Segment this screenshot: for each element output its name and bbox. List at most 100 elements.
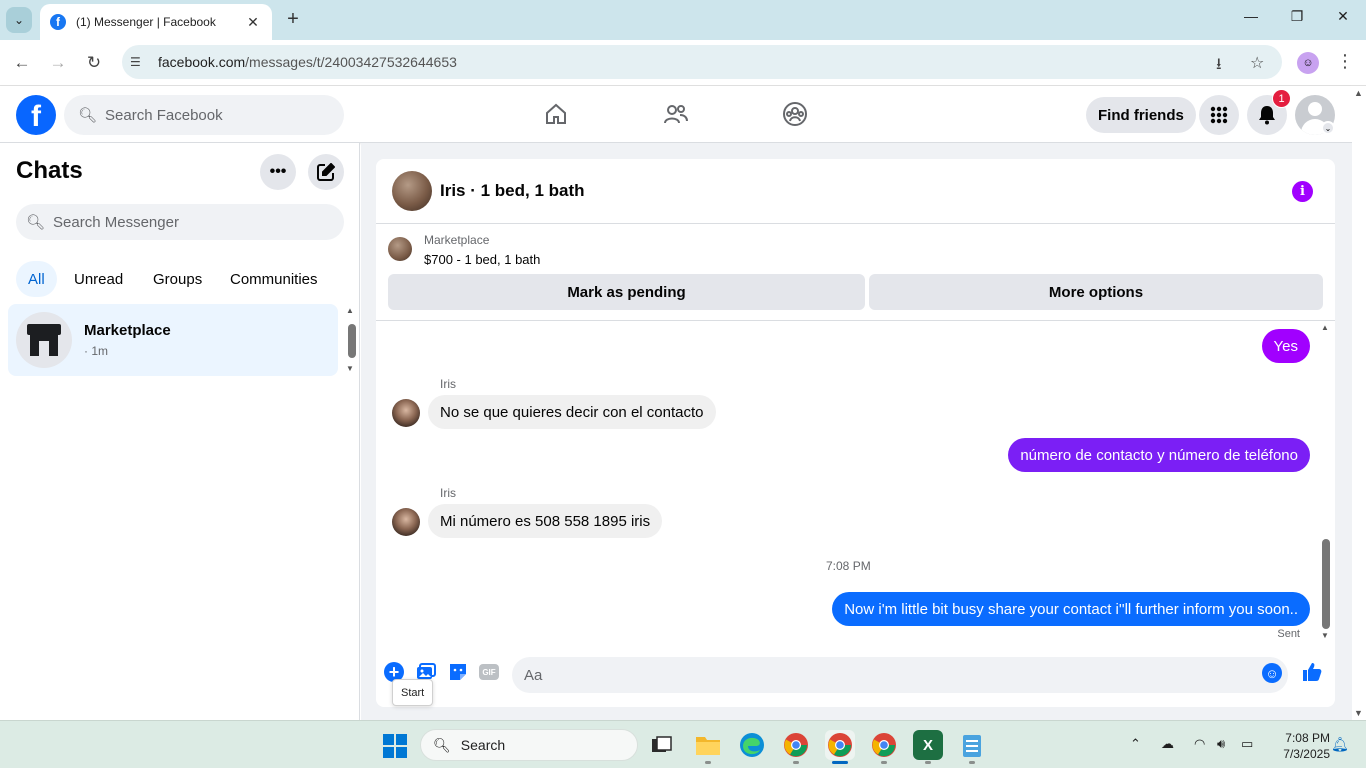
mark-as-pending-button[interactable]: Mark as pending xyxy=(388,274,865,310)
windows-taskbar: 🔍︎ Search X ⌃ ☁ ◠ 🔊︎ ▭ 7:08 PM 7/3/2025 … xyxy=(0,720,1366,768)
new-tab-icon[interactable]: + xyxy=(282,8,304,30)
show-hidden-icons-chevron-icon[interactable]: ⌃ xyxy=(1130,736,1141,752)
minimize-icon[interactable]: — xyxy=(1236,8,1266,24)
browser-tabstrip: ⌄ f (1) Messenger | Facebook ✕ + — ❐ ✕ xyxy=(0,0,1366,40)
message-bubble-incoming[interactable]: Mi número es 508 558 1895 iris xyxy=(428,504,663,538)
messenger-search-input[interactable] xyxy=(53,213,324,231)
battery-icon[interactable]: ▭ xyxy=(1241,736,1253,752)
conversation-panel: Iris · 1 bed, 1 bath i Marketplace $700 … xyxy=(376,159,1335,707)
restore-icon[interactable]: ❐ xyxy=(1282,8,1312,25)
wifi-icon[interactable]: ◠ xyxy=(1194,736,1205,752)
file-explorer-icon[interactable] xyxy=(693,730,723,760)
edge-icon[interactable] xyxy=(737,730,767,760)
facebook-favicon-icon: f xyxy=(50,14,66,30)
filter-tab-unread[interactable]: Unread xyxy=(62,261,135,297)
chrome-profile-1-icon[interactable] xyxy=(781,730,811,760)
bookmark-star-icon[interactable]: ☆ xyxy=(1250,53,1264,73)
app-running-indicator xyxy=(705,761,711,764)
app-running-indicator xyxy=(925,761,931,764)
reload-icon[interactable]: ↻ xyxy=(83,52,105,74)
scroll-down-arrow-icon[interactable]: ▼ xyxy=(346,364,354,373)
listing-title[interactable]: $700 - 1 bed, 1 bath xyxy=(424,252,540,267)
thumbs-up-icon[interactable] xyxy=(1301,661,1323,689)
listing-thumbnail[interactable] xyxy=(388,237,412,261)
scroll-down-arrow-icon[interactable]: ▼ xyxy=(1354,708,1363,718)
volume-icon[interactable]: 🔊︎ xyxy=(1217,736,1225,752)
clock-date: 7/3/2025 xyxy=(1283,747,1330,761)
sender-avatar[interactable] xyxy=(392,508,420,536)
scroll-up-arrow-icon[interactable]: ▲ xyxy=(346,306,354,315)
filter-tab-groups[interactable]: Groups xyxy=(141,261,214,297)
forward-arrow-icon[interactable]: → xyxy=(47,52,69,74)
emoji-icon[interactable]: ☺ xyxy=(1262,663,1282,683)
filter-tab-communities[interactable]: Communities xyxy=(218,261,330,297)
taskbar-search[interactable]: 🔍︎ Search xyxy=(420,729,638,761)
filter-tab-all[interactable]: All xyxy=(16,261,57,297)
scrollbar-thumb[interactable] xyxy=(1322,539,1330,629)
marketplace-label: Marketplace xyxy=(424,233,490,247)
groups-icon[interactable] xyxy=(781,100,809,128)
scrollbar-thumb[interactable] xyxy=(348,324,356,358)
onedrive-icon[interactable]: ☁ xyxy=(1161,736,1174,752)
address-bar[interactable]: ☰ facebook.com/messages/t/24003427532644… xyxy=(122,45,1282,79)
browser-tab[interactable]: f (1) Messenger | Facebook ✕ xyxy=(40,4,272,40)
browser-profile-icon[interactable]: ☺ xyxy=(1297,52,1319,74)
facebook-logo-icon[interactable]: f xyxy=(16,95,56,135)
task-view-icon[interactable] xyxy=(647,730,677,760)
sidebar-scrollbar[interactable]: ▲ ▼ xyxy=(346,306,356,376)
excel-icon[interactable]: X xyxy=(913,730,943,760)
chrome-profile-2-icon[interactable] xyxy=(825,730,855,760)
notification-center-bell-icon[interactable]: 🔔︎ xyxy=(1331,736,1349,753)
sticker-icon[interactable] xyxy=(447,661,469,683)
message-input-container[interactable] xyxy=(512,657,1288,693)
message-bubble-outgoing[interactable]: Now i'm little bit busy share your conta… xyxy=(832,592,1310,626)
scroll-up-arrow-icon[interactable]: ▲ xyxy=(1321,323,1329,332)
tab-title: (1) Messenger | Facebook xyxy=(76,15,216,29)
friends-icon[interactable] xyxy=(662,100,690,128)
scroll-down-arrow-icon[interactable]: ▼ xyxy=(1321,631,1329,640)
sender-avatar[interactable] xyxy=(392,399,420,427)
message-input[interactable] xyxy=(524,666,1244,684)
notepad-icon[interactable] xyxy=(957,730,987,760)
message-bubble-outgoing[interactable]: número de contacto y número de teléfono xyxy=(1008,438,1310,472)
tab-close-icon[interactable]: ✕ xyxy=(244,14,262,31)
gif-icon[interactable]: GIF xyxy=(479,664,499,680)
window-close-icon[interactable]: ✕ xyxy=(1328,8,1358,25)
install-app-icon[interactable]: ⭳ xyxy=(1216,53,1222,80)
page-scrollbar[interactable]: ▲ ▼ xyxy=(1352,86,1366,720)
facebook-search[interactable]: 🔍︎ xyxy=(64,95,344,135)
message-timestamp: 7:08 PM xyxy=(826,559,871,573)
chat-list-item[interactable]: Marketplace · 1m xyxy=(8,304,338,376)
message-composer: + GIF ☺ xyxy=(376,655,1335,695)
windows-start-icon[interactable] xyxy=(383,734,407,758)
chat-name: Marketplace xyxy=(84,322,171,339)
site-info-icon[interactable]: ☰ xyxy=(130,55,146,69)
messenger-search[interactable]: 🔍︎ xyxy=(16,204,344,240)
scroll-up-arrow-icon[interactable]: ▲ xyxy=(1354,88,1363,98)
contact-avatar[interactable] xyxy=(392,171,432,211)
facebook-search-input[interactable] xyxy=(105,106,326,124)
more-options-button[interactable]: More options xyxy=(869,274,1323,310)
find-friends-button[interactable]: Find friends xyxy=(1086,97,1196,133)
chrome-profile-3-icon[interactable] xyxy=(869,730,899,760)
message-list: Yes Iris No se que quieres decir con el … xyxy=(376,321,1335,643)
info-icon[interactable]: i xyxy=(1292,181,1313,202)
message-bubble-incoming[interactable]: No se que quieres decir con el contacto xyxy=(428,395,716,429)
active-app-indicator xyxy=(832,761,848,764)
new-message-icon[interactable] xyxy=(308,154,344,190)
tab-search-chevron-icon[interactable]: ⌄ xyxy=(6,7,32,33)
sender-name: Iris xyxy=(440,377,456,391)
back-arrow-icon[interactable]: ← xyxy=(11,52,33,74)
message-bubble-outgoing[interactable]: Yes xyxy=(1261,329,1310,363)
account-chevron-icon[interactable]: ⌄ xyxy=(1321,121,1335,135)
conversation-scrollbar[interactable]: ▲ ▼ xyxy=(1321,323,1331,641)
app-running-indicator xyxy=(793,761,799,764)
more-options-icon[interactable]: ••• xyxy=(260,154,296,190)
browser-menu-icon[interactable]: ⋮ xyxy=(1336,51,1354,72)
conversation-title[interactable]: Iris · 1 bed, 1 bath xyxy=(440,181,585,201)
home-icon[interactable] xyxy=(542,100,570,128)
system-clock[interactable]: 7:08 PM 7/3/2025 xyxy=(1270,730,1330,762)
facebook-header: f 🔍︎ Find friends 1 ⌄ xyxy=(0,86,1352,143)
menu-grid-icon[interactable] xyxy=(1199,95,1239,135)
app-running-indicator xyxy=(969,761,975,764)
